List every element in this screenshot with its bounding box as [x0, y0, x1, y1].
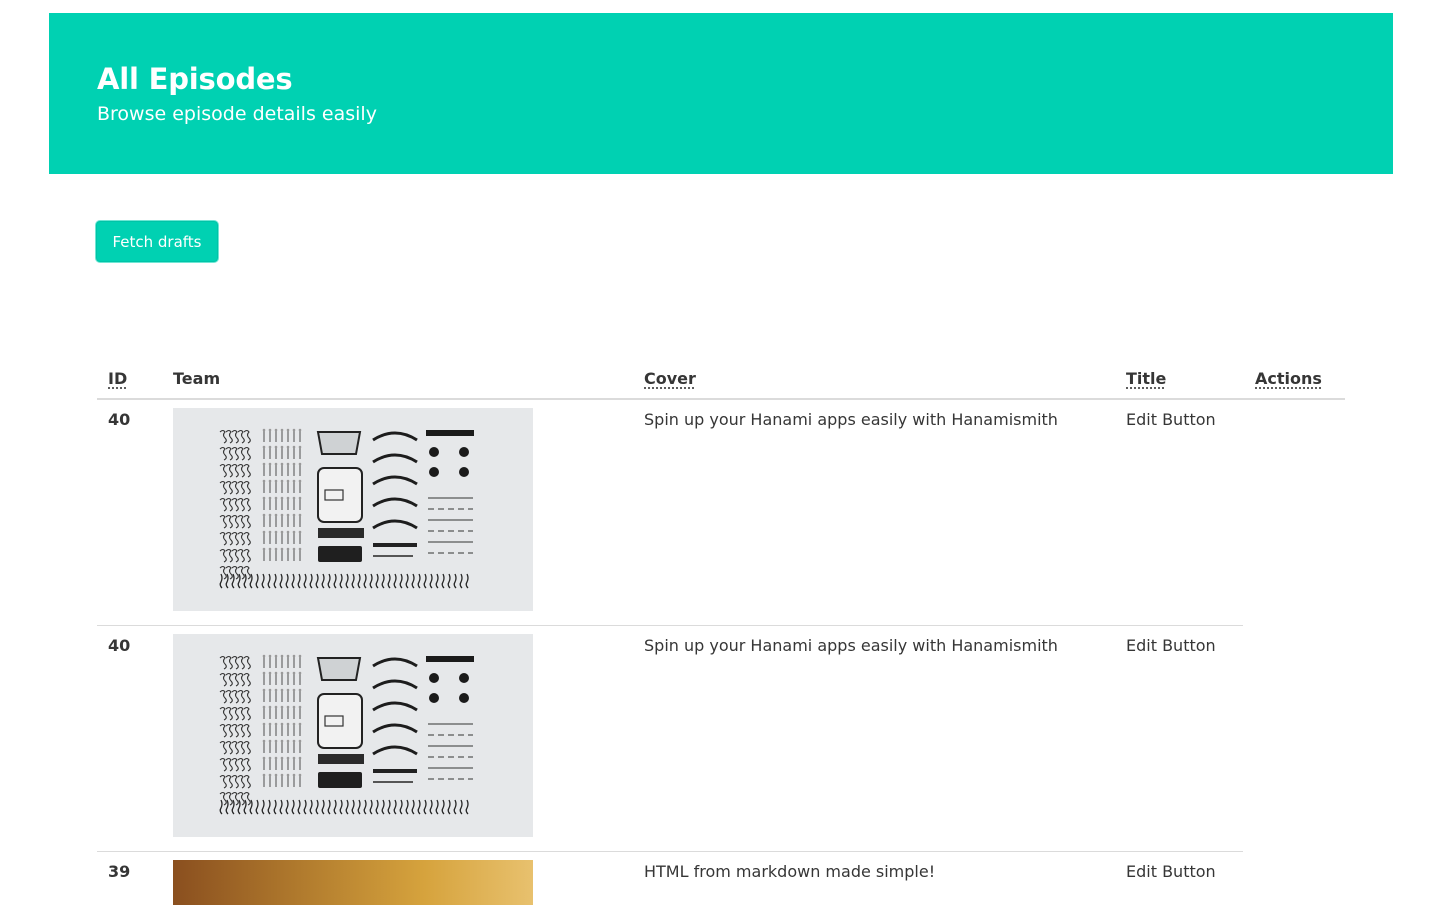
page-title: All Episodes — [97, 62, 293, 96]
column-header-team: Team — [173, 369, 221, 388]
table-row: 40 Spin up your Hanami apps easily with … — [97, 399, 1345, 626]
edit-button[interactable]: Edit Button — [1126, 636, 1216, 656]
page-subtitle: Browse episode details easily — [97, 103, 377, 125]
column-header-cover[interactable]: Cover — [644, 369, 696, 389]
cover-image — [173, 860, 533, 905]
row-id: 39 — [108, 862, 131, 881]
column-header-actions[interactable]: Actions — [1255, 369, 1322, 389]
table-row: 40 Spin up your Hanami apps easily with … — [97, 625, 1345, 852]
table-row: 39 HTML from markdown made simple! Edit … — [97, 851, 1345, 911]
hero-banner: All Episodes Browse episode details easi… — [49, 13, 1393, 174]
column-header-title[interactable]: Title — [1126, 369, 1166, 389]
cover-image — [173, 634, 533, 837]
column-header-id[interactable]: ID — [108, 369, 127, 389]
episode-title: HTML from markdown made simple! — [644, 862, 936, 881]
typewriter-parts-image — [173, 634, 533, 837]
row-id: 40 — [108, 410, 131, 429]
episode-title: Spin up your Hanami apps easily with Han… — [644, 636, 1058, 655]
cover-image — [173, 408, 533, 611]
typewriter-parts-image — [173, 408, 533, 611]
fetch-drafts-button[interactable]: Fetch drafts — [96, 221, 218, 262]
episode-title: Spin up your Hanami apps easily with Han… — [644, 410, 1058, 429]
edit-button[interactable]: Edit Button — [1126, 410, 1216, 430]
row-id: 40 — [108, 636, 131, 655]
edit-button[interactable]: Edit Button — [1126, 862, 1216, 882]
